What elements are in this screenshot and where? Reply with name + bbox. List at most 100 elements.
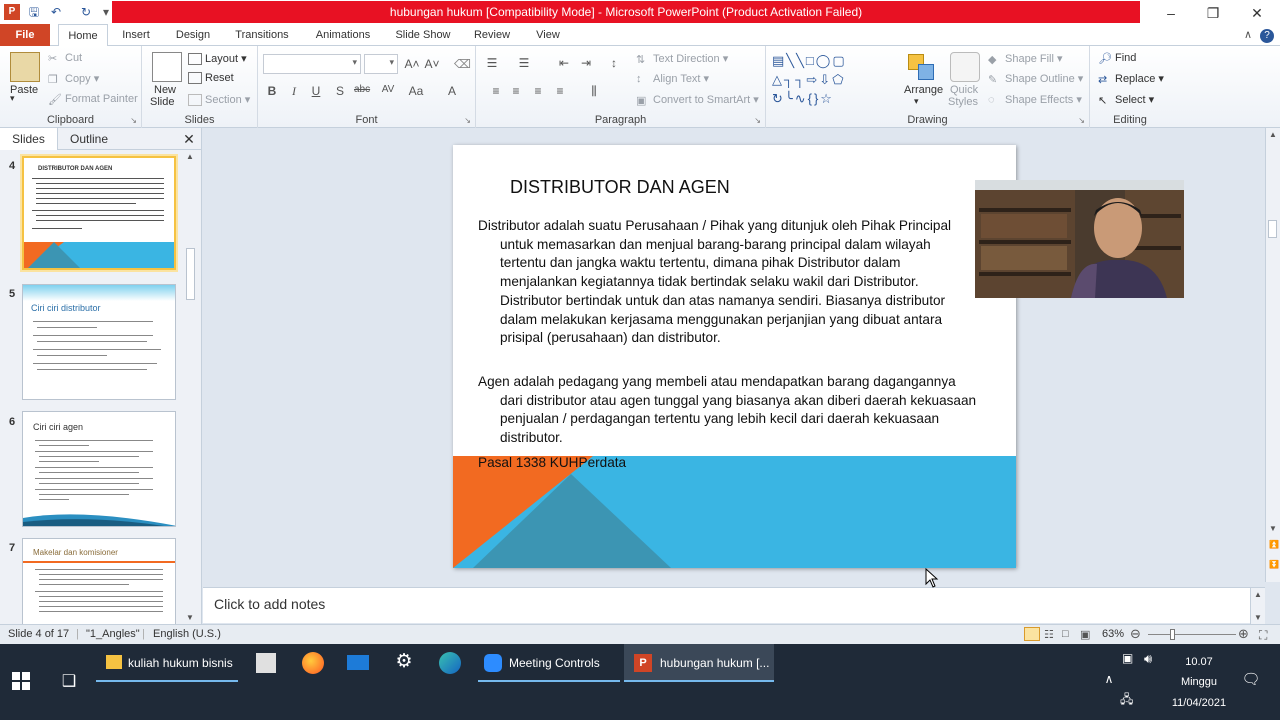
slide-sorter-icon[interactable]: ☷ [1044, 628, 1054, 641]
shrink-font-icon[interactable]: A˅ [424, 57, 440, 71]
increase-indent-icon[interactable]: ⇥ [578, 56, 594, 70]
tab-home[interactable]: Home [58, 24, 108, 47]
undo-icon[interactable]: ↶ [48, 4, 64, 20]
font-color-icon[interactable]: A [444, 84, 460, 98]
underline-icon[interactable]: U [308, 84, 324, 98]
slide-canvas[interactable]: DISTRIBUTOR DAN AGEN Distributor adalah … [453, 145, 1016, 568]
cut-button[interactable]: ✂ Cut [48, 52, 82, 65]
powerpoint-app-icon[interactable]: P [4, 4, 20, 20]
zoom-level[interactable]: 63% [1102, 628, 1124, 640]
zoom-out-icon[interactable]: ⊖ [1130, 626, 1141, 642]
section-button[interactable]: Section ▾ [188, 93, 250, 107]
taskbar-item-folder[interactable]: kuliah hukum bisnis [96, 644, 238, 682]
align-right-icon[interactable]: ≡ [530, 84, 546, 98]
tab-transitions[interactable]: Transitions [228, 24, 296, 46]
editor-scroll-thumb[interactable] [1268, 220, 1277, 238]
close-button[interactable]: ✕ [1234, 0, 1280, 26]
show-hidden-icons-icon[interactable]: ∧ [1098, 672, 1120, 694]
windows-start-icon[interactable] [12, 672, 34, 694]
notes-scrollbar[interactable]: ▲ ▼ [1250, 588, 1265, 624]
shape-fill-button[interactable]: ◆ Shape Fill ▾ [988, 52, 1063, 66]
tab-slides-pane[interactable]: Slides [0, 128, 58, 150]
columns-icon[interactable]: ⫼ [586, 84, 602, 99]
quick-styles-icon[interactable] [950, 52, 980, 82]
slide-pasal-text[interactable]: Pasal 1338 KUHPerdata [478, 455, 626, 470]
layout-button[interactable]: Layout ▾ [188, 52, 247, 66]
next-slide-icon[interactable]: ⏬ [1269, 560, 1279, 569]
taskbar-item-powerpoint[interactable]: P hubungan hukum [... [624, 644, 774, 682]
webcam-video[interactable] [975, 180, 1184, 298]
numbering-icon[interactable]: ☰ [516, 56, 532, 70]
slide-paragraph-agen[interactable]: Agen adalah pedagang yang membeli atau m… [478, 373, 978, 448]
clipboard-launcher-icon[interactable]: ↘ [130, 116, 137, 125]
edge-icon[interactable] [439, 652, 461, 674]
minimize-button[interactable]: – [1148, 0, 1194, 26]
pane-scroll-thumb[interactable] [186, 248, 195, 300]
notifications-icon[interactable]: 🗨︎ [1240, 670, 1262, 692]
shape-outline-button[interactable]: ✎ Shape Outline ▾ [988, 72, 1083, 86]
close-pane-icon[interactable]: ✕ [180, 128, 198, 150]
paste-icon[interactable] [10, 52, 40, 82]
editor-scrollbar[interactable]: ▲ ▼ ⏫ ⏬ [1265, 128, 1280, 582]
change-case-icon[interactable]: Aa [408, 84, 424, 98]
task-view-icon[interactable]: ❑ [58, 671, 80, 693]
format-painter-button[interactable]: 🖌 Format Painter [48, 93, 138, 106]
bullets-icon[interactable]: ☰ [484, 56, 500, 70]
new-slide-icon[interactable] [152, 52, 182, 82]
decrease-indent-icon[interactable]: ⇤ [556, 56, 572, 70]
arrange-icon[interactable] [906, 52, 936, 82]
notes-scroll-down-icon[interactable]: ▼ [1254, 613, 1262, 622]
zoom-slider[interactable] [1148, 634, 1236, 635]
slideshow-view-icon[interactable]: ▣ [1080, 628, 1090, 641]
firefox-icon[interactable] [302, 652, 324, 674]
slide-thumb-4[interactable]: DISTRIBUTOR DAN AGEN [22, 156, 176, 270]
reading-view-icon[interactable]: □ [1062, 628, 1069, 640]
justify-icon[interactable]: ≡ [552, 84, 568, 98]
scroll-up-icon[interactable]: ▲ [186, 152, 194, 161]
character-spacing-icon[interactable]: AV [380, 84, 396, 95]
save-icon[interactable]: 🖫 [26, 4, 42, 20]
tab-animations[interactable]: Animations [308, 24, 378, 46]
paste-dropdown-icon[interactable]: ▾ [10, 93, 15, 104]
clock-date[interactable]: 11/04/2021 [1164, 697, 1234, 709]
font-size-select[interactable]: ▾ [364, 54, 398, 74]
tab-outline-pane[interactable]: Outline [58, 128, 120, 150]
copy-button[interactable]: ❐ Copy ▾ [48, 72, 99, 86]
quick-styles-label-2[interactable]: Styles [948, 96, 978, 108]
network-icon[interactable]: 🖧︎ [1120, 690, 1142, 712]
notes-scroll-up-icon[interactable]: ▲ [1254, 590, 1262, 599]
meet-now-icon[interactable]: ▣ [1122, 651, 1144, 673]
paragraph-launcher-icon[interactable]: ↘ [754, 116, 761, 125]
notes-placeholder[interactable]: Click to add notes [214, 596, 325, 612]
align-text-button[interactable]: ↕ Align Text ▾ [636, 72, 709, 85]
grow-font-icon[interactable]: A˄ [404, 57, 420, 71]
clock-day[interactable]: Minggu [1166, 676, 1232, 688]
slide-thumb-7[interactable]: Makelar dan komisioner [22, 538, 176, 624]
shadow-icon[interactable]: S [332, 84, 348, 98]
select-button[interactable]: ↖ Select ▾ [1098, 93, 1154, 107]
restore-button[interactable]: ❐ [1190, 0, 1236, 26]
replace-button[interactable]: ⇄ Replace ▾ [1098, 72, 1164, 86]
zoom-slider-thumb[interactable] [1170, 629, 1175, 640]
previous-slide-icon[interactable]: ⏫ [1269, 540, 1279, 549]
shape-effects-button[interactable]: ◌ Shape Effects ▾ [988, 93, 1082, 106]
align-center-icon[interactable]: ≡ [508, 84, 524, 98]
slide-thumb-5[interactable]: Ciri ciri distributor [22, 284, 176, 400]
editor-scroll-down-icon[interactable]: ▼ [1269, 524, 1277, 533]
slide-title[interactable]: DISTRIBUTOR DAN AGEN [510, 177, 730, 198]
strikethrough-icon[interactable]: abc [354, 84, 370, 95]
quick-styles-label-1[interactable]: Quick [950, 84, 978, 96]
clear-formatting-icon[interactable]: ⌫ [454, 57, 471, 71]
italic-icon[interactable]: I [286, 84, 302, 99]
normal-view-icon[interactable] [1024, 627, 1040, 641]
shapes-gallery[interactable]: ▤╲╲□◯▢ △┐┐⇨⇩⬠ ↻╰∿{}☆ [772, 51, 890, 109]
redo-icon[interactable]: ↻ [78, 4, 94, 20]
zoom-in-icon[interactable]: ⊕ [1238, 626, 1249, 642]
new-slide-label-1[interactable]: New [154, 84, 176, 96]
font-launcher-icon[interactable]: ↘ [464, 116, 471, 125]
store-icon[interactable] [256, 653, 276, 673]
bold-icon[interactable]: B [264, 84, 280, 98]
text-direction-button[interactable]: ⇅ Text Direction ▾ [636, 52, 728, 66]
font-family-select[interactable]: ▾ [263, 54, 361, 74]
settings-gear-icon[interactable]: ⚙ [393, 650, 415, 672]
